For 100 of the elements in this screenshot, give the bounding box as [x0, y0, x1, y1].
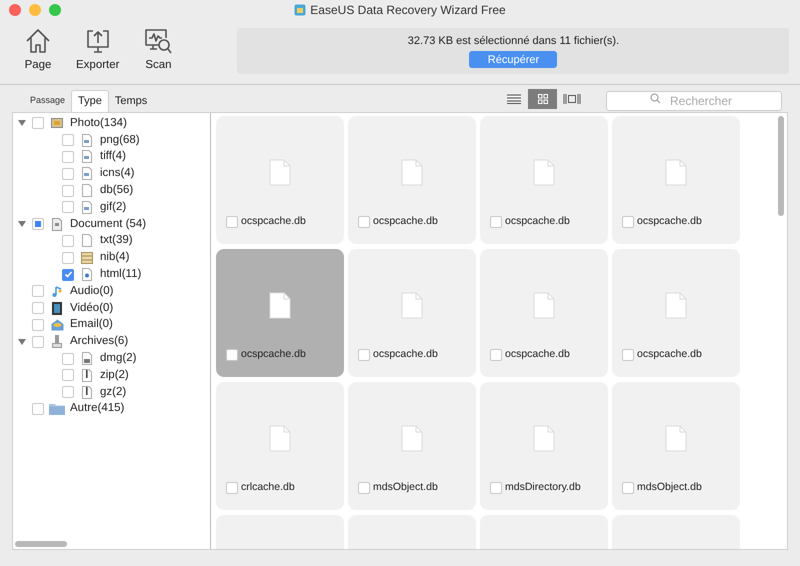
checkbox[interactable]: [62, 184, 74, 197]
checkbox[interactable]: [62, 234, 74, 247]
minimize-window-button[interactable]: [29, 4, 41, 16]
tab[interactable]: Type: [71, 90, 109, 112]
category-label[interactable]: Email(0): [70, 316, 113, 334]
checkbox[interactable]: [226, 216, 238, 228]
photo-icon: [51, 118, 63, 128]
checkbox[interactable]: [62, 352, 74, 365]
file-icon: [401, 292, 423, 319]
file-name: ocspcache.db: [637, 347, 702, 362]
file-name: mdsObject.db: [373, 480, 438, 496]
checkbox[interactable]: [32, 117, 44, 130]
checkbox[interactable]: [62, 168, 74, 180]
view-mode-button[interactable]: [528, 89, 557, 109]
file-card[interactable]: ocspcache.db: [612, 116, 740, 244]
checkbox[interactable]: [358, 216, 370, 228]
file-card[interactable]: ocspcache.db: [348, 116, 476, 244]
checkbox[interactable]: [358, 482, 370, 494]
file-card[interactable]: mdsDirectory.db: [480, 382, 608, 510]
category-label[interactable]: db(56): [100, 182, 134, 200]
category-label[interactable]: txt(39): [100, 232, 133, 250]
checkbox[interactable]: [32, 318, 44, 331]
checkbox[interactable]: [226, 482, 238, 494]
list-view-icon: [506, 94, 520, 104]
checkbox[interactable]: [62, 252, 74, 264]
film-icon: [52, 302, 62, 315]
search-field[interactable]: Rechercher: [606, 91, 782, 111]
category-label[interactable]: gif(2): [100, 198, 126, 216]
category-label[interactable]: Document (54): [70, 216, 146, 233]
file-card[interactable]: crlcache.db: [216, 382, 344, 510]
tab[interactable]: Passage: [24, 90, 72, 112]
horizontal-scrollbar[interactable]: [15, 541, 67, 547]
checkbox[interactable]: [490, 482, 502, 494]
category-label[interactable]: png(68): [100, 132, 140, 149]
toolbar-button[interactable]: Scan: [139, 26, 178, 74]
category-label[interactable]: Archives(6): [70, 333, 128, 350]
disclosure-triangle-icon[interactable]: [18, 338, 26, 346]
category-label[interactable]: Vidéo(0): [70, 300, 114, 317]
category-label[interactable]: Photo(134): [70, 114, 127, 132]
checkbox[interactable]: [32, 285, 44, 298]
file-name: ocspcache.db: [241, 347, 306, 362]
checkbox[interactable]: [62, 201, 74, 214]
disclosure-triangle-icon[interactable]: [18, 220, 26, 228]
category-label[interactable]: html(11): [100, 266, 142, 284]
category-label[interactable]: Audio(0): [70, 282, 114, 300]
disclosure-triangle-icon[interactable]: [18, 119, 26, 128]
vertical-scrollbar[interactable]: [778, 116, 784, 216]
music-note-icon: [51, 284, 63, 298]
archive-icon: [52, 335, 62, 348]
category-label[interactable]: zip(2): [100, 366, 129, 384]
checkbox[interactable]: [490, 349, 502, 362]
checkbox[interactable]: [32, 218, 44, 230]
close-window-button[interactable]: [9, 4, 21, 16]
category-label[interactable]: dmg(2): [100, 350, 136, 368]
file-name: ocspcache.db: [373, 214, 438, 230]
app-icon: [294, 4, 306, 16]
tab[interactable]: Temps: [108, 90, 154, 112]
category-label[interactable]: icns(4): [100, 165, 135, 182]
category-label[interactable]: nib(4): [100, 249, 130, 266]
search-icon: [650, 93, 661, 104]
file-card[interactable]: ocspcache.db: [348, 249, 476, 377]
window-title: EaseUS Data Recovery Wizard Free: [310, 2, 506, 19]
checkbox[interactable]: [622, 216, 634, 228]
file-card[interactable]: ocspcache.db: [612, 249, 740, 377]
folder-icon: [49, 402, 65, 415]
checkbox[interactable]: [32, 402, 44, 415]
image-file-icon: [82, 150, 92, 164]
toolbar-button[interactable]: Page: [20, 26, 56, 74]
file-card[interactable]: ocspcache.db: [216, 249, 344, 377]
checkbox[interactable]: [490, 216, 502, 228]
document-icon: [52, 218, 62, 231]
nib-file-icon: [81, 252, 93, 264]
checkbox[interactable]: [622, 482, 634, 494]
file-card[interactable]: ocspcache.db: [480, 116, 608, 244]
checkbox[interactable]: [358, 349, 370, 362]
file-card[interactable]: mdsObject.db: [612, 382, 740, 510]
file-card[interactable]: ocspcache.db: [216, 116, 344, 244]
scan-search-icon: [143, 26, 174, 55]
file-card[interactable]: mdsObject.db: [348, 382, 476, 510]
checkbox[interactable]: [62, 386, 74, 398]
checkbox[interactable]: [62, 369, 74, 382]
checkbox[interactable]: [32, 336, 44, 348]
file-name: mdsDirectory.db: [505, 480, 581, 496]
category-label[interactable]: gz(2): [100, 384, 126, 401]
file-icon: [401, 159, 423, 186]
toolbar-button[interactable]: Exporter: [72, 26, 124, 74]
file-card[interactable]: ocspcache.db: [480, 249, 608, 377]
html-file-icon: [82, 268, 92, 282]
checkbox[interactable]: [226, 349, 238, 362]
checkbox[interactable]: [32, 302, 44, 314]
checkbox[interactable]: [62, 134, 74, 146]
checkbox[interactable]: [622, 349, 634, 362]
checkbox[interactable]: [62, 268, 74, 281]
image-file-icon: [82, 167, 92, 180]
category-label[interactable]: Autre(415): [70, 400, 124, 418]
image-file-icon: [82, 200, 92, 214]
checkbox[interactable]: [62, 150, 74, 163]
category-label[interactable]: tiff(4): [100, 148, 126, 166]
zoom-window-button[interactable]: [49, 4, 61, 16]
grid-view-icon: [538, 94, 548, 104]
